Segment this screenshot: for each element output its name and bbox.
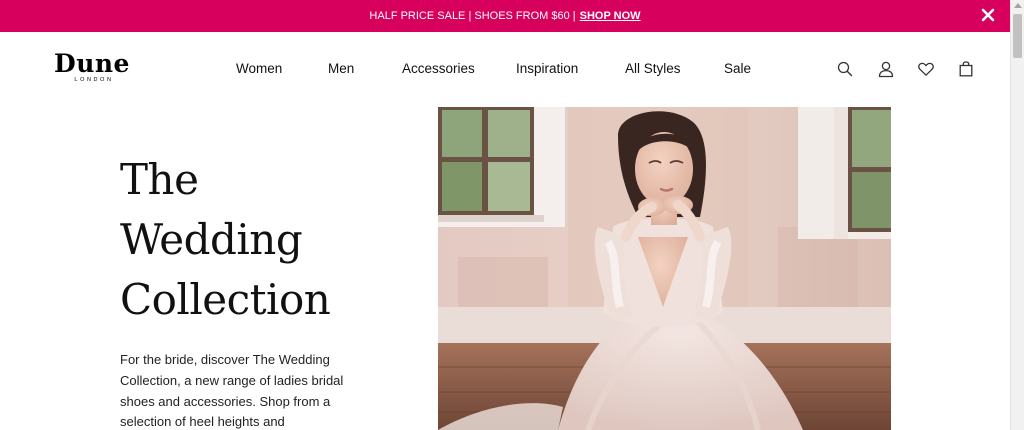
scroll-thumb[interactable] (1013, 14, 1022, 58)
nav-inspiration[interactable]: Inspiration (516, 61, 578, 76)
hero-bride-image (438, 107, 891, 430)
hero-title: The Wedding Collection (120, 150, 360, 330)
brand-name: Dune (54, 49, 130, 78)
wishlist-icon[interactable] (917, 60, 935, 78)
nav-men[interactable]: Men (328, 61, 354, 76)
hero-title-line: Wedding (120, 215, 303, 264)
promo-banner: HALF PRICE SALE | SHOES FROM $60 | SHOP … (0, 0, 1010, 32)
search-icon[interactable] (836, 60, 854, 78)
promo-text: HALF PRICE SALE | SHOES FROM $60 | (369, 10, 576, 22)
account-icon[interactable] (877, 60, 895, 78)
nav-women[interactable]: Women (236, 61, 282, 76)
hero-description: For the bride, discover The Wedding Coll… (120, 352, 344, 430)
nav-accessories[interactable]: Accessories (402, 61, 475, 76)
brand-logo[interactable]: Dune LONDON (40, 49, 144, 84)
bag-icon[interactable] (957, 60, 975, 78)
close-icon[interactable] (980, 7, 996, 23)
nav-sale[interactable]: Sale (724, 61, 751, 76)
hero-content: The Wedding Collection For the bride, di… (120, 150, 360, 430)
page-scrollbar[interactable] (1010, 0, 1024, 430)
site-header: Dune LONDON Women Men Accessories Inspir… (0, 32, 1010, 106)
nav-all-styles[interactable]: All Styles (625, 61, 681, 76)
hero-title-line: Collection (120, 275, 331, 324)
shop-now-link[interactable]: SHOP NOW (580, 10, 641, 22)
scroll-up-arrow[interactable] (1014, 3, 1022, 8)
hero-title-line: The (120, 155, 199, 204)
